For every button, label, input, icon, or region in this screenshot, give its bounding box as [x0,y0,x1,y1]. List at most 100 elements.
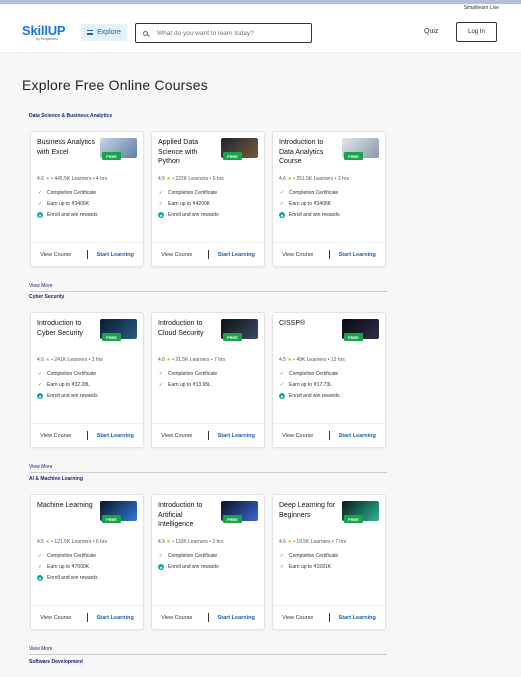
learners-count: • 241K Learners • [49,357,92,363]
course-card[interactable]: Introduction to Data Analytics Course FRE… [272,131,386,267]
start-learning-link[interactable]: Start Learning [88,252,143,258]
course-hours: 7 hrs [214,357,226,363]
reward-icon: ★ [279,393,285,399]
menu-icon [87,30,94,35]
free-badge: FREE [102,333,121,341]
course-title[interactable]: Applied Data Science with Python [158,138,218,167]
check-icon: ✓ [158,201,164,207]
start-learning-link[interactable]: Start Learning [88,615,143,621]
course-card[interactable]: Deep Learning for Beginners FREE 4.6 ★ • 1… [272,494,386,630]
course-title[interactable]: Introduction to Cyber Security [37,319,97,338]
course-card[interactable]: Introduction to Cloud Security FREE 4.6 ★ … [151,312,265,448]
course-title[interactable]: Machine Learning [37,501,97,511]
reward-icon: ★ [37,575,43,581]
view-course-link[interactable]: View Course [31,615,87,621]
section-title: AI & Machine Learning [29,476,83,482]
course-card[interactable]: Machine Learning FREE 4.5 ★ • 121.5K Learn… [30,494,144,630]
check-icon: ✓ [37,553,43,559]
course-meta: 4.6 ★ • 19.5K Learners • 7 hrs [279,539,346,545]
check-icon: ✓ [279,382,285,388]
feature-item: ✓ Completion Certificate [37,553,96,559]
view-more-link[interactable]: View More [29,283,53,289]
reward-icon: ★ [279,212,285,218]
explore-button[interactable]: Explore [81,24,127,41]
search-input[interactable] [157,29,307,37]
feature-label: Earn up to ₹3406K [47,201,90,207]
view-course-link[interactable]: View Course [273,433,329,439]
section-title: Software Development [29,659,83,665]
view-course-link[interactable]: View Course [273,615,329,621]
learners-count: • 110K Learners • [170,539,213,545]
course-title[interactable]: Introduction to Data Analytics Course [279,138,339,167]
page-title: Explore Free Online Courses [22,77,208,93]
check-icon: ✓ [158,553,164,559]
course-title[interactable]: Introduction to Cloud Security [158,319,218,338]
start-learning-link[interactable]: Start Learning [330,252,385,258]
start-learning-link[interactable]: Start Learning [88,433,143,439]
check-icon: ✓ [37,371,43,377]
feature-label: Completion Certificate [289,190,339,196]
start-learning-link[interactable]: Start Learning [330,615,385,621]
feature-item: ✓ Earn up to ₹13.95L [158,382,211,388]
view-more-link[interactable]: View More [29,464,53,470]
course-card[interactable]: Business Analytics with Excel FREE 4.6 ★ •… [30,131,144,267]
feature-item: ★ Enroll and win rewards [37,393,98,399]
feature-item: ★ Enroll and win rewards [158,564,219,570]
view-course-link[interactable]: View Course [152,615,208,621]
card-footer: View Course Start Learning [273,605,385,629]
feature-label: Earn up to ₹32.28L [47,382,90,388]
feature-item: ★ Enroll and win rewards [37,212,98,218]
start-learning-link[interactable]: Start Learning [209,433,264,439]
search-box[interactable] [135,23,312,43]
card-footer: View Course Start Learning [31,605,143,629]
feature-item: ✓ Completion Certificate [279,190,338,196]
feature-label: Earn up to ₹3406K [289,201,332,207]
feature-label: Enroll and win rewards [47,575,98,581]
course-card[interactable]: Applied Data Science with Python FREE 4.5 … [151,131,265,267]
feature-label: Completion Certificate [289,371,339,377]
feature-item: ★ Enroll and win rewards [158,212,219,218]
start-learning-link[interactable]: Start Learning [209,252,264,258]
start-learning-link[interactable]: Start Learning [209,615,264,621]
check-icon: ✓ [37,382,43,388]
feature-label: Enroll and win rewards [289,212,340,218]
course-card[interactable]: Introduction to Cyber Security FREE 4.6 ★ … [30,312,144,448]
login-button[interactable]: Log In [456,22,497,42]
course-card[interactable]: Introduction to Artificial Intelligence F… [151,494,265,630]
feature-item: ✓ Earn up to ₹1581K [279,564,331,570]
feature-item: ★ Enroll and win rewards [37,575,98,581]
check-icon: ✓ [279,564,285,570]
view-course-link[interactable]: View Course [31,252,87,258]
card-footer: View Course Start Learning [31,242,143,266]
logo[interactable]: SkillUP by Simplilearn [22,23,66,41]
course-hours: 6 hrs [95,539,107,545]
course-card[interactable]: CISSP® FREE 4.5 ★ • 49K Learners • 12 hrs ✓… [272,312,386,448]
course-title[interactable]: Deep Learning for Beginners [279,501,339,520]
card-footer: View Course Start Learning [152,605,264,629]
course-title[interactable]: CISSP® [279,319,339,329]
reward-icon: ★ [158,212,164,218]
learners-count: • 19.5K Learners • [291,539,336,545]
learners-count: • 121.5K Learners • [49,539,96,545]
quiz-link[interactable]: Quiz [424,28,438,35]
check-icon: ✓ [279,201,285,207]
view-course-link[interactable]: View Course [31,433,87,439]
check-icon: ✓ [158,190,164,196]
feature-label: Earn up to ₹13.95L [168,382,211,388]
view-course-link[interactable]: View Course [273,252,329,258]
course-title[interactable]: Introduction to Artificial Intelligence [158,501,218,530]
view-more-link[interactable]: View More [29,646,53,652]
learners-count: • 445.5K Learners • [49,176,96,182]
learners-count: • 49K Learners • [291,357,331,363]
simplilearn-live-link[interactable]: Simplilearn Live [464,5,499,11]
view-course-link[interactable]: View Course [152,252,208,258]
course-title[interactable]: Business Analytics with Excel [37,138,97,157]
view-course-link[interactable]: View Course [152,433,208,439]
learners-count: • 21.5K Learners • [170,357,215,363]
card-footer: View Course Start Learning [273,242,385,266]
header: SkillUP by Simplilearn Explore Quiz Log … [0,15,521,53]
start-learning-link[interactable]: Start Learning [330,433,385,439]
reward-icon: ★ [37,393,43,399]
free-badge: FREE [102,515,121,523]
course-hours: 3 hrs [91,357,103,363]
